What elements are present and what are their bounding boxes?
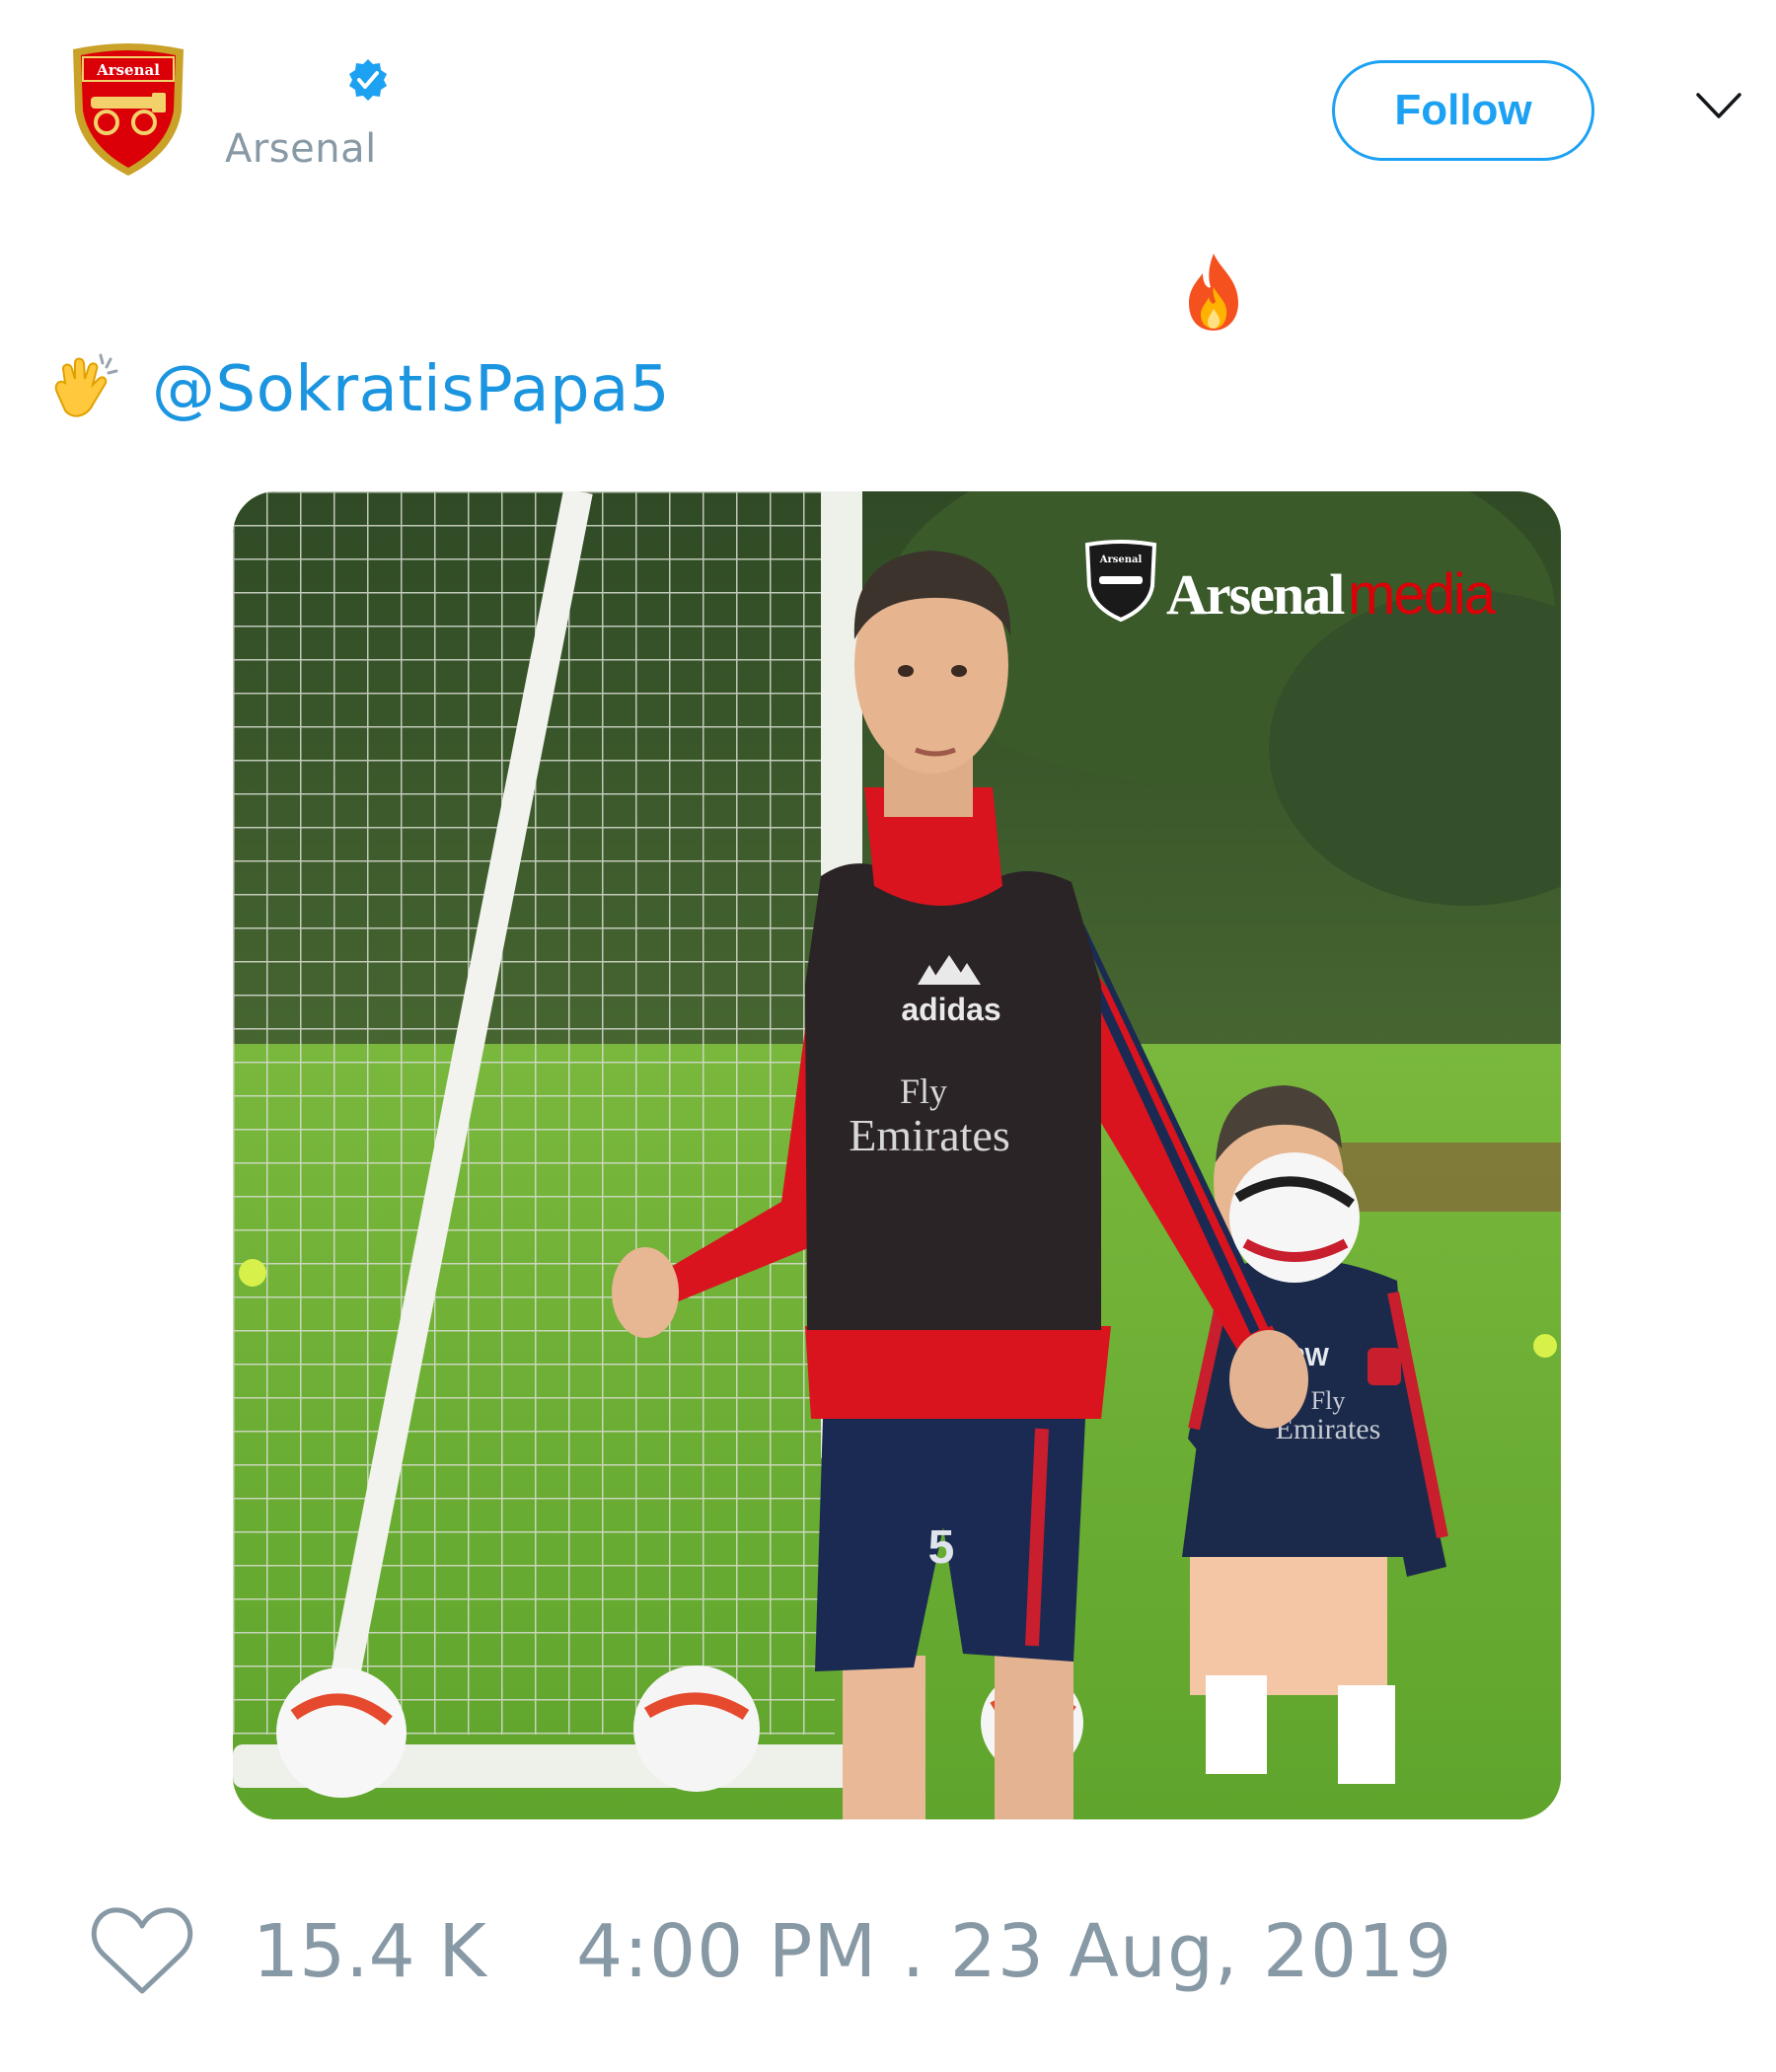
svg-text:adidas: adidas xyxy=(901,992,1000,1027)
author-handle[interactable]: Arsenal xyxy=(225,126,377,172)
like-count: 15.4 K xyxy=(253,1909,486,1994)
arsenal-crest-icon[interactable]: Arsenal xyxy=(67,41,189,180)
chevron-down-icon[interactable] xyxy=(1695,91,1742,120)
clapping-hands-emoji-icon xyxy=(43,349,124,430)
tweet-timestamp[interactable]: 4:00 PM . 23 Aug, 2019 xyxy=(576,1904,1452,1999)
verified-badge-icon xyxy=(345,57,391,103)
tweet-text-line-1 xyxy=(0,245,1776,333)
tweet-video-thumbnail[interactable]: PW Fly Emirates 5 adidas Fly Emirates Ar… xyxy=(233,491,1561,1819)
mention-link[interactable]: @SokratisPapa5 xyxy=(152,353,670,426)
svg-text:Fly: Fly xyxy=(900,1072,947,1111)
heart-icon[interactable] xyxy=(89,1904,195,1999)
tweet-text-line-2: @SokratisPapa5 xyxy=(43,345,670,434)
svg-text:Arsenal: Arsenal xyxy=(1099,555,1143,565)
svg-text:Emirates: Emirates xyxy=(849,1110,1010,1160)
svg-text:5: 5 xyxy=(928,1521,955,1574)
svg-text:Arsenal: Arsenal xyxy=(96,61,160,79)
svg-text:Fly: Fly xyxy=(1311,1386,1346,1415)
follow-button[interactable]: Follow xyxy=(1332,60,1594,161)
svg-text:media: media xyxy=(1348,562,1497,627)
fire-emoji-icon xyxy=(1181,252,1246,333)
svg-text:Arsenal: Arsenal xyxy=(1166,562,1345,627)
